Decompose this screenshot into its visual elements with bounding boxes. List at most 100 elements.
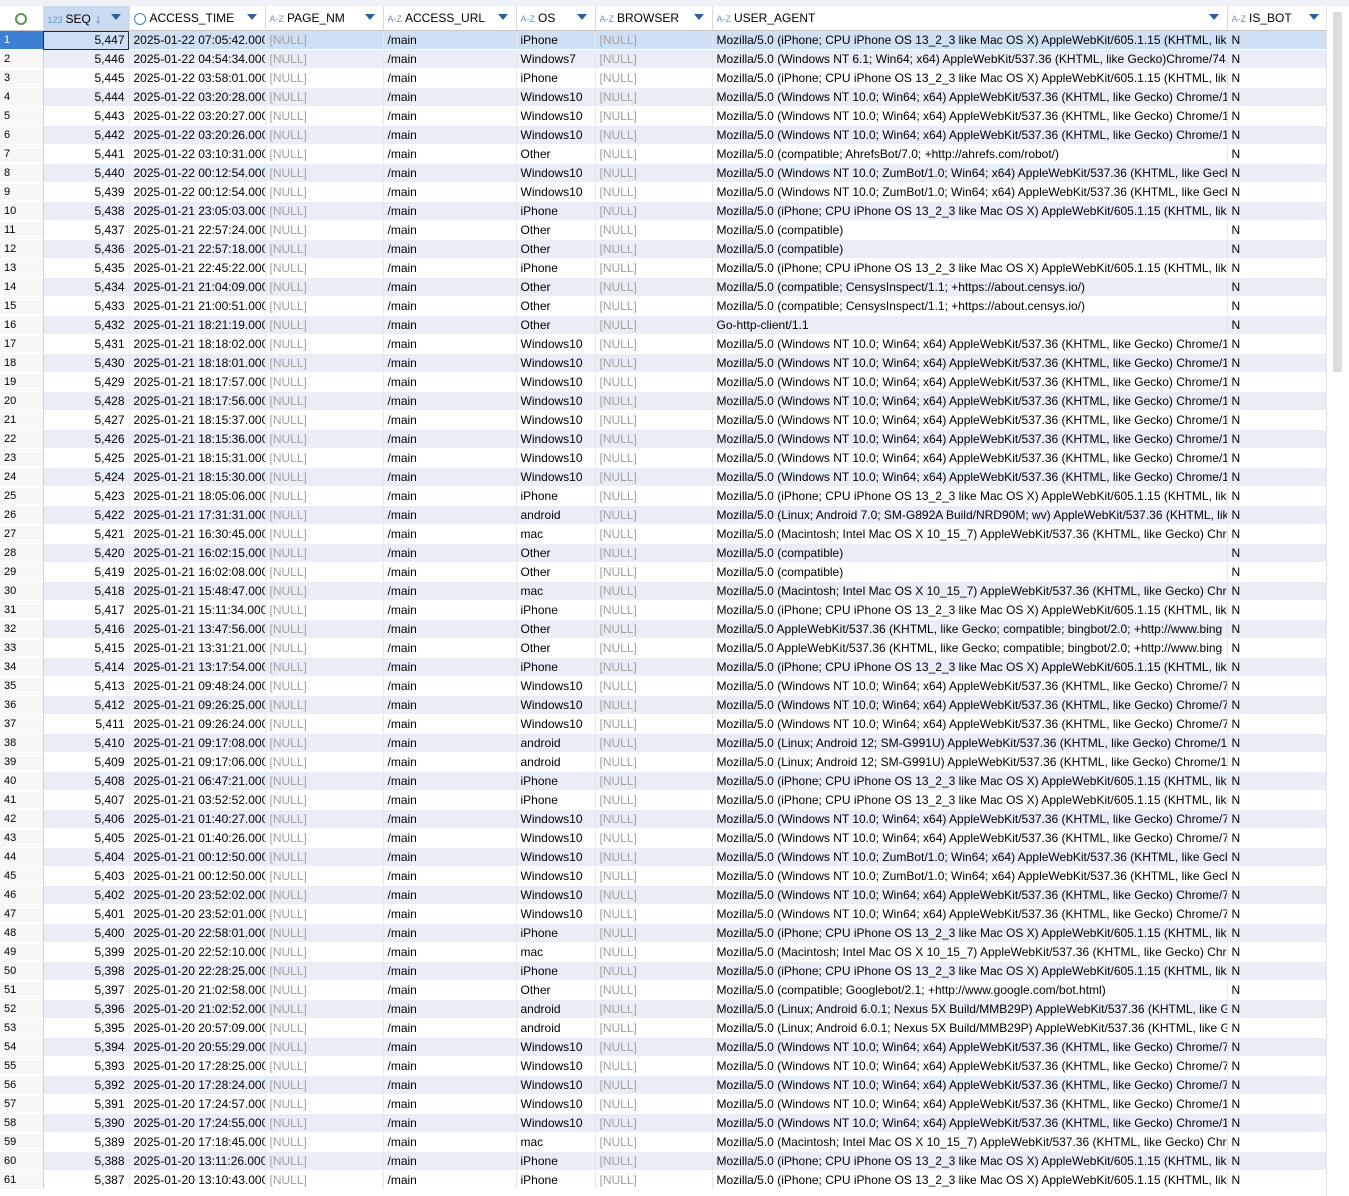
cell-seq[interactable]: 5,418 <box>43 581 130 601</box>
cell-is-bot[interactable]: N <box>1227 771 1328 791</box>
cell-user-agent[interactable]: Mozilla/5.0 (Windows NT 10.0; ZumBot/1.0… <box>712 847 1228 867</box>
cell-page-nm[interactable]: [NULL] <box>265 980 384 1000</box>
cell-is-bot[interactable]: N <box>1227 999 1328 1019</box>
column-header-access-time[interactable]: ACCESS_TIME <box>129 6 266 31</box>
cell-page-nm[interactable]: [NULL] <box>265 106 384 126</box>
cell-os[interactable]: Windows10 <box>516 334 596 354</box>
cell-is-bot[interactable]: N <box>1227 239 1328 259</box>
cell-access-url[interactable]: /main <box>383 220 517 240</box>
cell-os[interactable]: Windows10 <box>516 372 596 392</box>
table-row[interactable]: 55 5,393 2025-01-20 17:28:25.000 [NULL]/mai… <box>0 1056 1328 1076</box>
cell-access-url[interactable]: /main <box>383 277 517 297</box>
cell-access-time[interactable]: 2025-01-21 16:30:45.000 <box>129 524 266 544</box>
cell-access-url[interactable]: /main <box>383 543 517 563</box>
table-row[interactable]: 33 5,415 2025-01-21 13:31:21.000 [NULL]/mai… <box>0 638 1328 658</box>
cell-access-time[interactable]: 2025-01-21 18:18:01.000 <box>129 353 266 373</box>
cell-access-time[interactable]: 2025-01-21 09:26:25.000 <box>129 695 266 715</box>
table-row[interactable]: 26 5,422 2025-01-21 17:31:31.000 [NULL]/mai… <box>0 505 1328 525</box>
cell-os[interactable]: Windows10 <box>516 1056 596 1076</box>
cell-access-url[interactable]: /main <box>383 1132 517 1152</box>
cell-user-agent[interactable]: Mozilla/5.0 (Windows NT 10.0; Win64; x64… <box>712 885 1228 905</box>
table-row[interactable]: 49 5,399 2025-01-20 22:52:10.000 [NULL]/mai… <box>0 942 1328 962</box>
table-row[interactable]: 42 5,406 2025-01-21 01:40:27.000 [NULL]/mai… <box>0 809 1328 829</box>
cell-page-nm[interactable]: [NULL] <box>265 657 384 677</box>
row-number[interactable]: 61 <box>0 1170 44 1190</box>
cell-browser[interactable]: [NULL] <box>595 961 713 981</box>
cell-access-url[interactable]: /main <box>383 619 517 639</box>
cell-browser[interactable]: [NULL] <box>595 277 713 297</box>
cell-browser[interactable]: [NULL] <box>595 201 713 221</box>
cell-page-nm[interactable]: [NULL] <box>265 1132 384 1152</box>
cell-os[interactable]: Windows10 <box>516 391 596 411</box>
cell-access-url[interactable]: /main <box>383 524 517 544</box>
cell-browser[interactable]: [NULL] <box>595 999 713 1019</box>
cell-access-url[interactable]: /main <box>383 391 517 411</box>
row-number[interactable]: 40 <box>0 771 44 791</box>
table-row[interactable]: 10 5,438 2025-01-21 23:05:03.000 [NULL]/mai… <box>0 201 1328 221</box>
cell-os[interactable]: Windows10 <box>516 695 596 715</box>
cell-user-agent[interactable]: Mozilla/5.0 (iPhone; CPU iPhone OS 13_2_… <box>712 30 1228 50</box>
cell-browser[interactable]: [NULL] <box>595 828 713 848</box>
table-row[interactable]: 19 5,429 2025-01-21 18:17:57.000 [NULL]/mai… <box>0 372 1328 392</box>
cell-is-bot[interactable]: N <box>1227 600 1328 620</box>
table-row[interactable]: 34 5,414 2025-01-21 13:17:54.000 [NULL]/mai… <box>0 657 1328 677</box>
cell-access-url[interactable]: /main <box>383 429 517 449</box>
cell-seq[interactable]: 5,407 <box>43 790 130 810</box>
cell-seq[interactable]: 5,421 <box>43 524 130 544</box>
cell-access-url[interactable]: /main <box>383 714 517 734</box>
cell-seq[interactable]: 5,398 <box>43 961 130 981</box>
cell-access-time[interactable]: 2025-01-20 17:24:55.000 <box>129 1113 266 1133</box>
cell-user-agent[interactable]: Mozilla/5.0 (Windows NT 10.0; Win64; x64… <box>712 448 1228 468</box>
cell-page-nm[interactable]: [NULL] <box>265 1094 384 1114</box>
cell-access-time[interactable]: 2025-01-21 21:00:51.000 <box>129 296 266 316</box>
cell-os[interactable]: Windows10 <box>516 1094 596 1114</box>
cell-access-time[interactable]: 2025-01-21 22:57:18.000 <box>129 239 266 259</box>
cell-os[interactable]: Windows10 <box>516 106 596 126</box>
table-row[interactable]: 22 5,426 2025-01-21 18:15:36.000 [NULL]/mai… <box>0 429 1328 449</box>
cell-seq[interactable]: 5,410 <box>43 733 130 753</box>
row-number[interactable]: 31 <box>0 600 44 620</box>
cell-access-url[interactable]: /main <box>383 999 517 1019</box>
cell-seq[interactable]: 5,444 <box>43 87 130 107</box>
cell-page-nm[interactable]: [NULL] <box>265 600 384 620</box>
cell-access-time[interactable]: 2025-01-21 18:05:06.000 <box>129 486 266 506</box>
table-row[interactable]: 4 5,444 2025-01-22 03:20:28.000 [NULL]/main… <box>0 87 1328 107</box>
cell-is-bot[interactable]: N <box>1227 1170 1328 1190</box>
cell-access-time[interactable]: 2025-01-22 00:12:54.000 <box>129 182 266 202</box>
cell-is-bot[interactable]: N <box>1227 1056 1328 1076</box>
cell-is-bot[interactable]: N <box>1227 277 1328 297</box>
table-row[interactable]: 3 5,445 2025-01-22 03:58:01.000 [NULL]/main… <box>0 68 1328 88</box>
cell-seq[interactable]: 5,439 <box>43 182 130 202</box>
cell-browser[interactable]: [NULL] <box>595 581 713 601</box>
cell-page-nm[interactable]: [NULL] <box>265 296 384 316</box>
cell-access-time[interactable]: 2025-01-20 23:52:01.000 <box>129 904 266 924</box>
row-number[interactable]: 48 <box>0 923 44 943</box>
cell-access-url[interactable]: /main <box>383 752 517 772</box>
cell-access-time[interactable]: 2025-01-21 17:31:31.000 <box>129 505 266 525</box>
cell-browser[interactable]: [NULL] <box>595 315 713 335</box>
row-number[interactable]: 28 <box>0 543 44 563</box>
cell-access-url[interactable]: /main <box>383 125 517 145</box>
cell-browser[interactable]: [NULL] <box>595 334 713 354</box>
cell-seq[interactable]: 5,399 <box>43 942 130 962</box>
cell-is-bot[interactable]: N <box>1227 1037 1328 1057</box>
cell-access-url[interactable]: /main <box>383 410 517 430</box>
cell-browser[interactable]: [NULL] <box>595 847 713 867</box>
cell-seq[interactable]: 5,447 <box>43 30 130 50</box>
cell-access-time[interactable]: 2025-01-22 03:20:27.000 <box>129 106 266 126</box>
row-number[interactable]: 17 <box>0 334 44 354</box>
cell-access-url[interactable]: /main <box>383 695 517 715</box>
cell-user-agent[interactable]: Mozilla/5.0 (Windows NT 10.0; Win64; x64… <box>712 391 1228 411</box>
cell-os[interactable]: Windows10 <box>516 467 596 487</box>
row-number[interactable]: 23 <box>0 448 44 468</box>
cell-os[interactable]: Windows10 <box>516 676 596 696</box>
column-header-browser[interactable]: A-Z BROWSER <box>595 6 713 31</box>
cell-browser[interactable]: [NULL] <box>595 1113 713 1133</box>
cell-browser[interactable]: [NULL] <box>595 505 713 525</box>
cell-access-url[interactable]: /main <box>383 1018 517 1038</box>
table-row[interactable]: 12 5,436 2025-01-21 22:57:18.000 [NULL]/mai… <box>0 239 1328 259</box>
cell-is-bot[interactable]: N <box>1227 638 1328 658</box>
cell-seq[interactable]: 5,431 <box>43 334 130 354</box>
cell-browser[interactable]: [NULL] <box>595 638 713 658</box>
row-number[interactable]: 9 <box>0 182 44 202</box>
